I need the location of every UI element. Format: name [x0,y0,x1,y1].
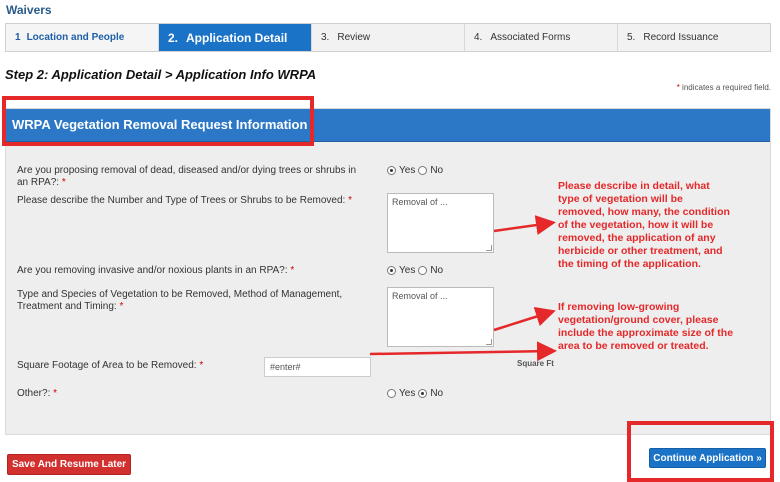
step-application-detail[interactable]: 2. Application Detail [159,24,312,51]
required-asterisk: * [53,388,58,399]
step-label: Review [337,32,371,43]
annotation-line: herbicide or other treatment, and [558,245,723,257]
radio-no[interactable] [418,389,428,398]
step-number: 3. [321,32,330,43]
question-label: Are you removing invasive and/or noxious… [17,265,288,276]
species-method-textarea[interactable]: Removal of ... [387,287,494,347]
question-line: Are you proposing removal of dead, disea… [17,165,357,176]
radio-yes-label: Yes [399,265,416,276]
radio-yes-label: Yes [399,388,416,399]
required-note-text: indicates a required field. [679,83,771,92]
radio-no-label: No [430,265,444,276]
title-highlight-box [2,96,314,146]
square-footage-unit: Square Ft [517,359,554,368]
step-record-issuance: 5. Record Issuance [618,24,770,51]
annotation-line: vegetation/ground cover, please [558,314,719,326]
annotation-line: include the approximate size of the [558,327,734,339]
required-asterisk: * [348,195,353,206]
question-line: Treatment and Timing: [17,301,117,312]
page-title: Waivers [6,3,52,17]
square-footage-input[interactable]: #enter# [264,357,371,377]
resize-grip-icon[interactable] [486,245,492,251]
continue-application-button[interactable]: Continue Application » [649,448,766,468]
textarea-value: Removal of ... [392,197,448,207]
step-label: Record Issuance [643,32,719,43]
radio-no[interactable] [418,266,428,275]
annotation-line: Please describe in detail, what [558,180,710,192]
radio-yes-label: Yes [399,165,416,176]
required-asterisk: * [61,177,66,188]
radio-yes[interactable] [387,166,396,175]
annotation-line: the timing of the application. [558,258,701,270]
trees-description-textarea[interactable]: Removal of ... [387,193,494,253]
textarea-value: Removal of ... [392,291,448,301]
question-invasive-plants: Are you removing invasive and/or noxious… [17,265,294,277]
radio-no-label: No [430,388,444,399]
annotation-line: of the vegetation, how it will be [558,219,714,231]
step-location-and-people[interactable]: 1 Location and People [6,24,159,51]
question-other: Other?: * [17,388,57,400]
step-label: Application Detail [186,30,288,45]
required-field-note: * indicates a required field. [677,83,771,92]
radio-group-other: Yes No [387,388,446,399]
question-square-footage: Square Footage of Area to be Removed: * [17,360,203,372]
annotation-line: removed, how many, the condition [558,206,730,218]
resize-grip-icon[interactable] [486,339,492,345]
question-dead-trees: Are you proposing removal of dead, disea… [17,165,356,189]
required-asterisk: * [119,301,124,312]
question-species-method: Type and Species of Vegetation to be Rem… [17,289,342,313]
question-number-type-trees: Please describe the Number and Type of T… [17,195,352,207]
step-number: 2. [168,30,179,45]
step-number: 1 [15,32,21,43]
step-number: 5. [627,32,636,43]
question-label: Square Footage of Area to be Removed: [17,360,197,371]
annotation-line: area to be removed or treated. [558,340,709,352]
required-asterisk: * [199,360,204,371]
question-line: Type and Species of Vegetation to be Rem… [17,289,343,300]
step-number: 4. [474,32,483,43]
radio-no[interactable] [418,166,428,175]
step-heading: Step 2: Application Detail > Application… [5,67,317,82]
radio-yes[interactable] [387,389,396,398]
radio-no-label: No [430,165,444,176]
annotation-line: removed, the application of any [558,232,716,244]
annotation-low-growing: If removing low-growing vegetation/groun… [558,301,733,353]
radio-yes[interactable] [387,266,396,275]
annotation-line: If removing low-growing [558,301,680,313]
radio-group-dead-trees: Yes No [387,165,446,176]
step-label: Location and People [26,32,125,43]
step-review: 3. Review [312,24,465,51]
question-label: Please describe the Number and Type of T… [17,195,346,206]
radio-group-invasive: Yes No [387,265,446,276]
annotation-line: type of vegetation will be [558,193,683,205]
step-label: Associated Forms [490,32,571,43]
annotation-describe-detail: Please describe in detail, what type of … [558,180,730,271]
required-asterisk: * [290,265,295,276]
question-label: Other?: [17,388,51,399]
question-line: an RPA?: [17,177,60,188]
save-and-resume-button[interactable]: Save And Resume Later [7,454,131,475]
step-associated-forms: 4. Associated Forms [465,24,618,51]
step-navigation: 1 Location and People 2. Application Det… [5,23,771,52]
